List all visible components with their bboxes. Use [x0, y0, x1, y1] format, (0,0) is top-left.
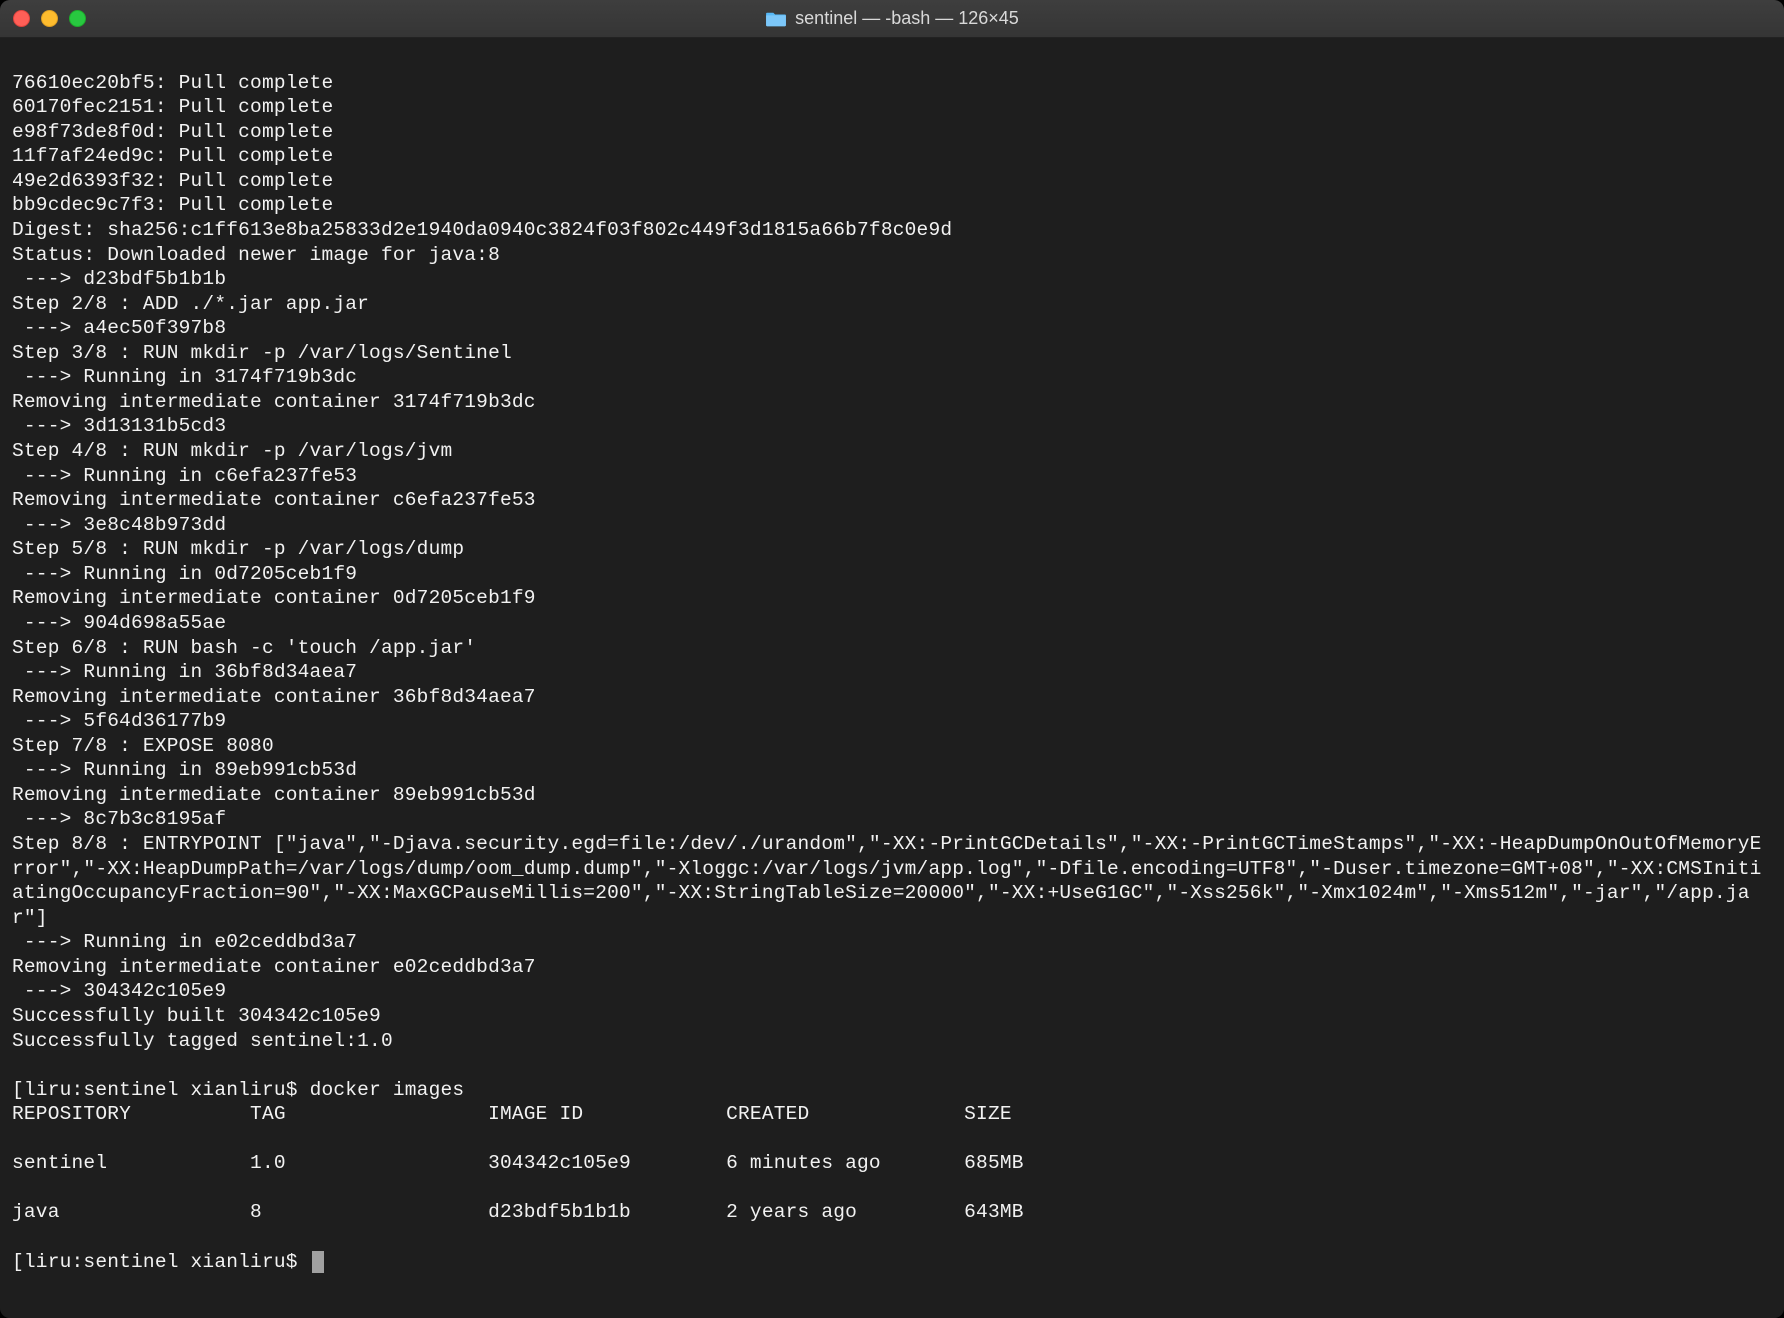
title-wrapper: sentinel — -bash — 126×45	[0, 8, 1784, 29]
zoom-button[interactable]	[69, 10, 86, 27]
minimize-button[interactable]	[41, 10, 58, 27]
prompt-1-prefix: [liru:sentinel xianliru$	[12, 1079, 310, 1101]
terminal-body[interactable]: 76610ec20bf5: Pull complete 60170fec2151…	[0, 38, 1784, 1318]
terminal-output: 76610ec20bf5: Pull complete 60170fec2151…	[12, 71, 1772, 1054]
close-button[interactable]	[13, 10, 30, 27]
traffic-lights	[13, 10, 86, 27]
images-header: REPOSITORY TAG IMAGE ID CREATED SIZE	[12, 1102, 1772, 1127]
images-row: java 8 d23bdf5b1b1b 2 years ago 643MB	[12, 1200, 1772, 1225]
folder-icon	[765, 10, 787, 28]
prompt-1-command: docker images	[310, 1079, 465, 1101]
titlebar[interactable]: sentinel — -bash — 126×45	[0, 0, 1784, 38]
window-title: sentinel — -bash — 126×45	[795, 8, 1019, 29]
cursor	[312, 1251, 324, 1273]
images-row: sentinel 1.0 304342c105e9 6 minutes ago …	[12, 1151, 1772, 1176]
prompt-2-prefix: [liru:sentinel xianliru$	[12, 1251, 310, 1273]
terminal-window: sentinel — -bash — 126×45 76610ec20bf5: …	[0, 0, 1784, 1318]
